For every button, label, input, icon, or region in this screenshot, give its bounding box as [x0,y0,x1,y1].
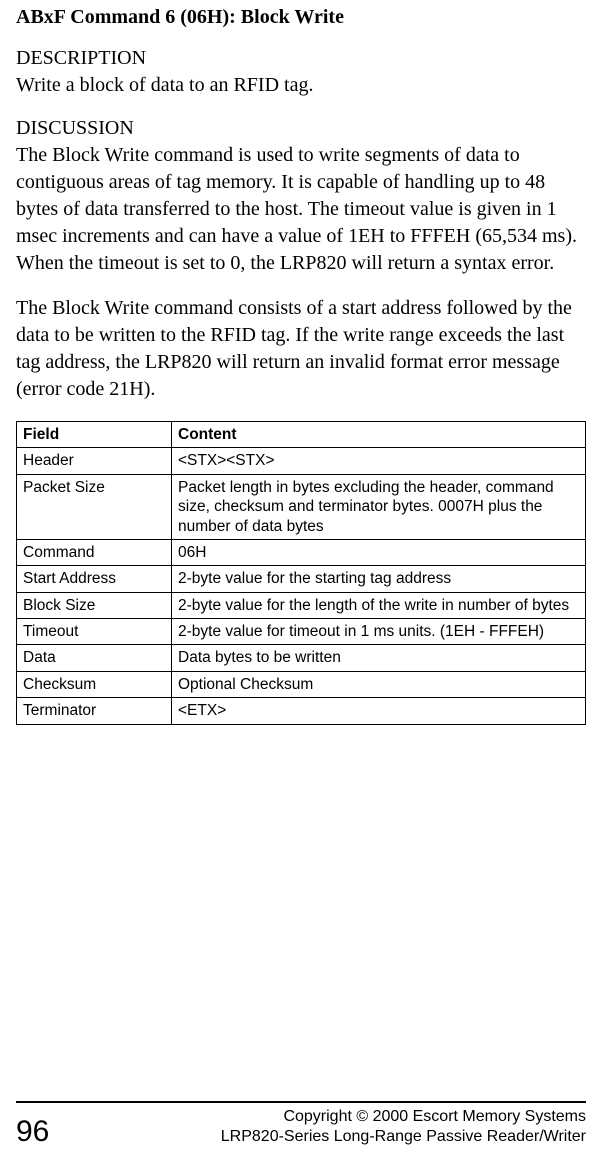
table-cell-field: Command [17,539,172,565]
footer-copyright: Copyright © 2000 Escort Memory Systems [221,1107,586,1127]
command-fields-table: Field Content Header <STX><STX> Packet S… [16,421,586,725]
table-row: Command 06H [17,539,586,565]
page-footer: 96 Copyright © 2000 Escort Memory System… [16,1101,586,1161]
table-row: Data Data bytes to be written [17,645,586,671]
table-cell-field: Packet Size [17,474,172,539]
table-cell-content: Optional Checksum [172,671,586,697]
table-row: Block Size 2-byte value for the length o… [17,592,586,618]
table-header-row: Field Content [17,422,586,448]
discussion-para-2: The Block Write command consists of a st… [16,295,586,403]
table-cell-content: Data bytes to be written [172,645,586,671]
table-cell-field: Data [17,645,172,671]
table-cell-field: Header [17,448,172,474]
table-cell-content: <ETX> [172,698,586,724]
table-cell-field: Start Address [17,566,172,592]
table-cell-content: Packet length in bytes excluding the hea… [172,474,586,539]
discussion-heading: DISCUSSION [16,117,586,140]
table-cell-field: Terminator [17,698,172,724]
page-title: ABxF Command 6 (06H): Block Write [16,6,586,29]
footer-product: LRP820-Series Long-Range Passive Reader/… [221,1127,586,1147]
table-cell-content: 2-byte value for the starting tag addres… [172,566,586,592]
description-heading: DESCRIPTION [16,47,586,70]
table-row: Start Address 2-byte value for the start… [17,566,586,592]
table-header-field: Field [17,422,172,448]
table-cell-content: 06H [172,539,586,565]
discussion-para-1: The Block Write command is used to write… [16,142,586,277]
table-cell-field: Checksum [17,671,172,697]
table-cell-content: 2-byte value for the length of the write… [172,592,586,618]
footer-text: Copyright © 2000 Escort Memory Systems L… [221,1107,586,1147]
table-row: Packet Size Packet length in bytes exclu… [17,474,586,539]
page-number: 96 [16,1117,49,1147]
table-row: Terminator <ETX> [17,698,586,724]
table-row: Timeout 2-byte value for timeout in 1 ms… [17,619,586,645]
table-cell-field: Timeout [17,619,172,645]
table-header-content: Content [172,422,586,448]
table-cell-content: <STX><STX> [172,448,586,474]
table-row: Checksum Optional Checksum [17,671,586,697]
table-cell-field: Block Size [17,592,172,618]
description-text: Write a block of data to an RFID tag. [16,72,586,99]
document-page: ABxF Command 6 (06H): Block Write DESCRI… [0,0,602,1161]
table-cell-content: 2-byte value for timeout in 1 ms units. … [172,619,586,645]
table-row: Header <STX><STX> [17,448,586,474]
